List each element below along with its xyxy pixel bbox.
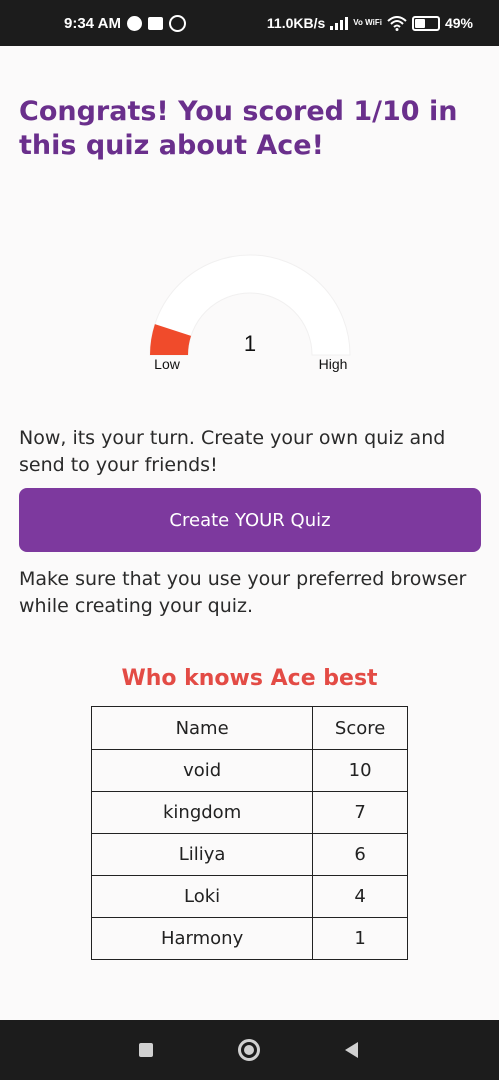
whatsapp-icon xyxy=(168,14,186,32)
create-quiz-prompt: Now, its your turn. Create your own quiz… xyxy=(19,427,446,476)
row-score: 4 xyxy=(312,875,408,918)
home-icon xyxy=(238,1039,260,1061)
row-name: void xyxy=(90,749,314,792)
table-row: void 10 xyxy=(90,749,408,792)
table-header-row: Name Score xyxy=(90,706,408,750)
score-headline: Congrats! You scored 1/10 in this quiz a… xyxy=(19,96,458,161)
network-speed: 11.0KB/s xyxy=(266,15,326,31)
row-score: 6 xyxy=(312,833,408,876)
signal-icon xyxy=(330,16,349,30)
gauge-value: 1 xyxy=(244,331,256,356)
status-bar: 9:34 AM 11.0KB/s Vo WiFi 49% xyxy=(0,0,499,46)
message-icon xyxy=(147,16,163,30)
leaderboard-table: Name Score void 10 kingdom 7 Liliya 6 Lo… xyxy=(90,706,408,960)
row-score: 1 xyxy=(312,917,408,960)
row-name: Loki xyxy=(90,875,314,918)
status-bar-left: 9:34 AM xyxy=(64,0,186,46)
create-quiz-button[interactable]: Create YOUR Quiz xyxy=(19,488,481,552)
row-name: Harmony xyxy=(90,917,314,960)
status-bar-right: 11.0KB/s Vo WiFi 49% xyxy=(267,0,473,46)
recents-icon xyxy=(139,1043,153,1057)
table-row: Liliya 6 xyxy=(90,833,408,876)
column-header-score: Score xyxy=(312,706,408,750)
row-score: 7 xyxy=(312,791,408,834)
back-button[interactable] xyxy=(321,1020,381,1080)
table-row: Loki 4 xyxy=(90,875,408,918)
volte-label: Vo WiFi xyxy=(353,18,382,27)
column-header-name: Name xyxy=(90,706,314,750)
row-score: 10 xyxy=(312,749,408,792)
score-gauge: 1 Low High xyxy=(149,254,351,372)
row-name: Liliya xyxy=(90,833,314,876)
home-button[interactable] xyxy=(219,1020,279,1080)
table-row: Harmony 1 xyxy=(90,917,408,960)
navigation-bar xyxy=(0,1020,499,1080)
clock: 9:34 AM xyxy=(64,14,121,32)
wifi-icon xyxy=(387,15,407,31)
browser-note: Make sure that you use your preferred br… xyxy=(19,568,467,617)
leaderboard-title: Who knows Ace best xyxy=(121,666,378,691)
spotify-icon xyxy=(126,15,142,31)
battery-percent: 49% xyxy=(444,15,473,31)
battery-icon xyxy=(411,15,440,31)
gauge-low-label: Low xyxy=(154,356,181,372)
gauge-high-label: High xyxy=(319,356,348,372)
row-name: kingdom xyxy=(90,791,314,834)
back-icon xyxy=(344,1042,358,1058)
table-row: kingdom 7 xyxy=(90,791,408,834)
recents-button[interactable] xyxy=(116,1020,176,1080)
